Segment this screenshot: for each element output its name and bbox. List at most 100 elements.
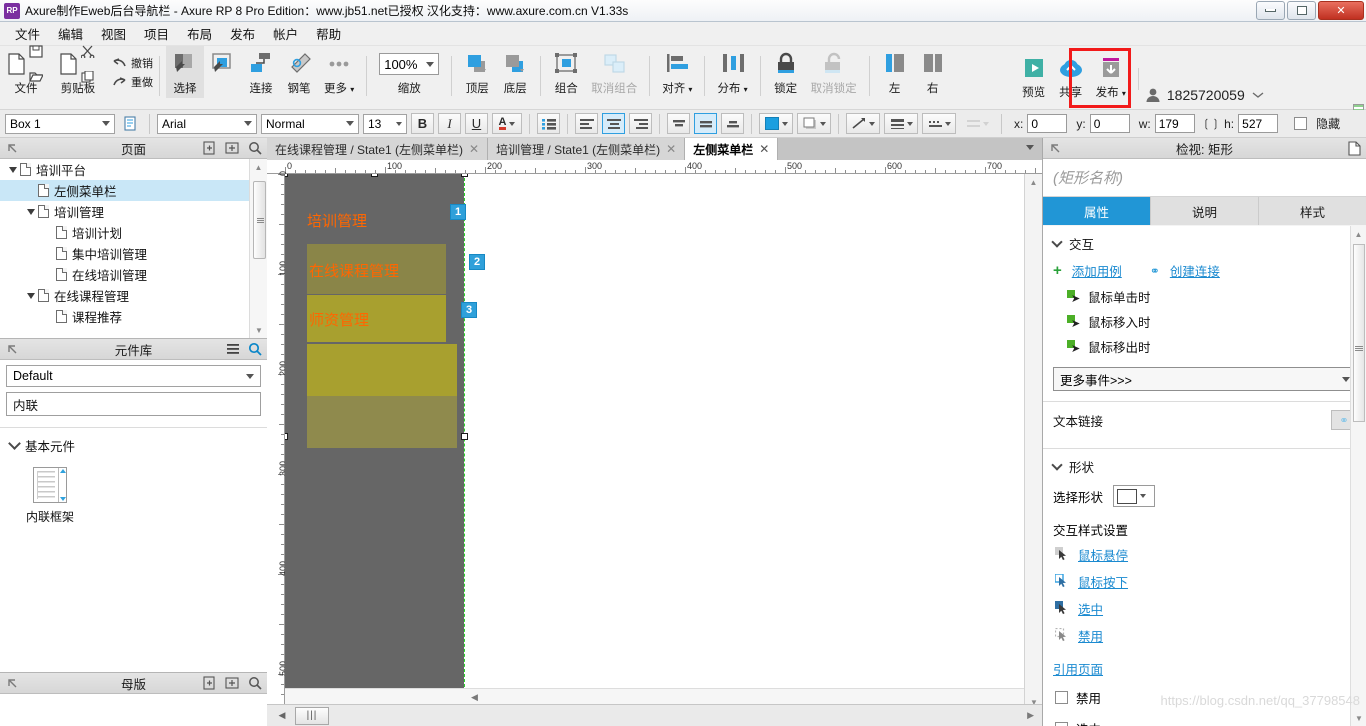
search-icon[interactable] xyxy=(248,141,262,158)
connect-tool-button[interactable]: 连接 xyxy=(242,46,280,96)
close-icon[interactable]: ✕ xyxy=(759,142,769,156)
event-row-mouseenter[interactable]: ➤ 鼠标移入时 xyxy=(1043,309,1366,334)
x-input[interactable] xyxy=(1027,114,1068,133)
unlock-button[interactable]: 取消锁定 xyxy=(805,46,863,96)
selected-checkbox-row[interactable]: 选中 xyxy=(1043,713,1366,726)
scroll-down-arrow-icon[interactable]: ▼ xyxy=(1351,710,1366,726)
page-prev-button[interactable]: ◀ xyxy=(271,707,293,725)
collapse-arrow-icon[interactable] xyxy=(1049,142,1061,157)
page-tab-indicator[interactable]: ||| xyxy=(295,706,329,725)
preview-button[interactable]: 预览 xyxy=(1016,46,1052,100)
resize-handle-ne[interactable] xyxy=(461,174,468,177)
design-board[interactable]: 培训管理 在线课程管理 师资管理 1 2 3 xyxy=(285,174,1024,710)
toggle-right-panel-button[interactable]: 右 xyxy=(914,46,952,96)
tab-notes[interactable]: 说明 xyxy=(1151,197,1259,225)
redo-button[interactable]: 重做 xyxy=(112,74,153,90)
h-input[interactable] xyxy=(1238,114,1279,133)
state-badge-1[interactable]: 1 xyxy=(450,204,466,220)
menu-row-2[interactable]: 师资管理 xyxy=(307,295,446,342)
tree-expander-icon[interactable] xyxy=(24,208,38,215)
valign-bottom-button[interactable] xyxy=(721,113,744,134)
close-icon[interactable]: ✕ xyxy=(469,142,479,156)
more-tools-button[interactable]: 更多 ▾ xyxy=(318,46,360,96)
add-folder-icon[interactable] xyxy=(225,141,240,158)
canvas-tab[interactable]: 培训管理 / State1 (左侧菜单栏) ✕ xyxy=(488,138,686,160)
ungroup-button[interactable]: 取消组合 xyxy=(585,46,643,96)
inspector-doc-icon[interactable] xyxy=(1348,141,1361,159)
add-case-link[interactable]: 添加用例 xyxy=(1072,261,1122,280)
shadow-button[interactable] xyxy=(797,113,831,134)
resize-handle-w[interactable] xyxy=(285,433,288,440)
style-state-down[interactable]: 鼠标按下 xyxy=(1043,568,1366,595)
event-row-click[interactable]: ➤ 鼠标单击时 xyxy=(1043,284,1366,309)
align-button[interactable]: 对齐 ▾ xyxy=(656,46,698,96)
line-color-button[interactable] xyxy=(846,113,880,134)
page-tree-item[interactable]: 在线培训管理 xyxy=(0,264,249,285)
disable-checkbox[interactable] xyxy=(1055,691,1068,704)
file-button[interactable]: 文件 xyxy=(0,44,52,96)
page-tree-item[interactable]: 课程推荐 xyxy=(0,306,249,327)
search-icon[interactable] xyxy=(248,676,262,693)
toggle-left-panel-button[interactable]: 左 xyxy=(876,46,914,96)
menu-item-project[interactable]: 项目 xyxy=(135,21,178,46)
page-tree-item[interactable]: 在线课程管理 xyxy=(0,285,249,306)
close-icon[interactable]: ✕ xyxy=(666,142,676,156)
collapse-arrow-icon[interactable] xyxy=(6,343,18,358)
library-select[interactable]: Default xyxy=(6,365,261,387)
italic-button[interactable]: I xyxy=(438,113,461,134)
valign-top-button[interactable] xyxy=(667,113,690,134)
canvas-horizontal-scrollbar[interactable]: ◀ xyxy=(285,688,1024,704)
page-tree-item[interactable]: 左侧菜单栏 xyxy=(0,180,249,201)
shape-picker[interactable] xyxy=(1113,485,1156,507)
close-button[interactable]: ✕ xyxy=(1318,1,1364,20)
underline-button[interactable]: U xyxy=(465,113,488,134)
tree-expander-icon[interactable] xyxy=(6,166,20,173)
menu-item-account[interactable]: 帐户 xyxy=(264,21,307,46)
scroll-down-arrow-icon[interactable]: ▼ xyxy=(250,322,268,338)
style-state-selected[interactable]: 选中 xyxy=(1043,595,1366,622)
lock-button[interactable]: 锁定 xyxy=(767,46,805,96)
menu-row-1[interactable]: 在线课程管理 xyxy=(307,244,446,294)
page-tree-item[interactable]: 培训平台 xyxy=(0,159,249,180)
group-button[interactable]: 组合 xyxy=(547,46,585,96)
scroll-left-arrow-icon[interactable]: ◀ xyxy=(471,692,478,703)
font-color-button[interactable]: A xyxy=(492,113,522,134)
event-row-mouseleave[interactable]: ➤ 鼠标移出时 xyxy=(1043,334,1366,359)
canvas-tab[interactable]: 在线课程管理 / State1 (左侧菜单栏) ✕ xyxy=(267,138,489,160)
state-badge-2[interactable]: 2 xyxy=(469,254,485,270)
style-editor-button[interactable] xyxy=(119,113,142,134)
align-right-button[interactable] xyxy=(629,113,652,134)
zoom-control[interactable]: 100% 缩放 xyxy=(373,46,445,96)
menu-row-3[interactable] xyxy=(307,344,457,396)
collapse-arrow-icon[interactable] xyxy=(6,677,18,692)
line-style-button[interactable] xyxy=(922,113,956,134)
align-center-button[interactable] xyxy=(602,113,625,134)
w-input[interactable] xyxy=(1154,114,1195,133)
send-back-button[interactable]: 底层 xyxy=(496,46,534,96)
lock-ratio-icon[interactable]: ❲❳ xyxy=(1202,117,1220,130)
add-master-folder-icon[interactable] xyxy=(225,676,240,693)
minimize-button[interactable] xyxy=(1256,1,1285,20)
inspector-scroll-thumb[interactable] xyxy=(1353,244,1365,422)
bring-front-button[interactable]: 顶层 xyxy=(458,46,496,96)
undo-button[interactable]: 撤销 xyxy=(112,55,153,71)
scroll-up-arrow-icon[interactable]: ▲ xyxy=(1351,226,1366,242)
valign-middle-button[interactable] xyxy=(694,113,717,134)
page-tree-item[interactable]: 培训管理 xyxy=(0,201,249,222)
ref-page-link[interactable]: 引用页面 xyxy=(1053,663,1103,677)
menu-item-help[interactable]: 帮助 xyxy=(307,21,350,46)
tab-overflow-chevron-icon[interactable] xyxy=(1026,145,1034,150)
interaction-section-header[interactable]: 交互 xyxy=(1043,226,1366,257)
search-icon[interactable] xyxy=(248,342,262,359)
align-left-button[interactable] xyxy=(575,113,598,134)
resize-handle-e[interactable] xyxy=(461,433,468,440)
canvas-tab[interactable]: 左侧菜单栏 ✕ xyxy=(685,138,779,160)
tree-expander-icon[interactable] xyxy=(24,292,38,299)
bullet-list-button[interactable] xyxy=(537,113,560,134)
library-search-input[interactable]: 内联 xyxy=(6,392,261,416)
shape-name-input[interactable]: (矩形名称) xyxy=(1043,159,1366,197)
menu-item-publish[interactable]: 发布 xyxy=(221,21,264,46)
library-group-header[interactable]: 基本元件 xyxy=(0,428,267,455)
line-width-button[interactable] xyxy=(884,113,918,134)
y-input[interactable] xyxy=(1089,114,1130,133)
